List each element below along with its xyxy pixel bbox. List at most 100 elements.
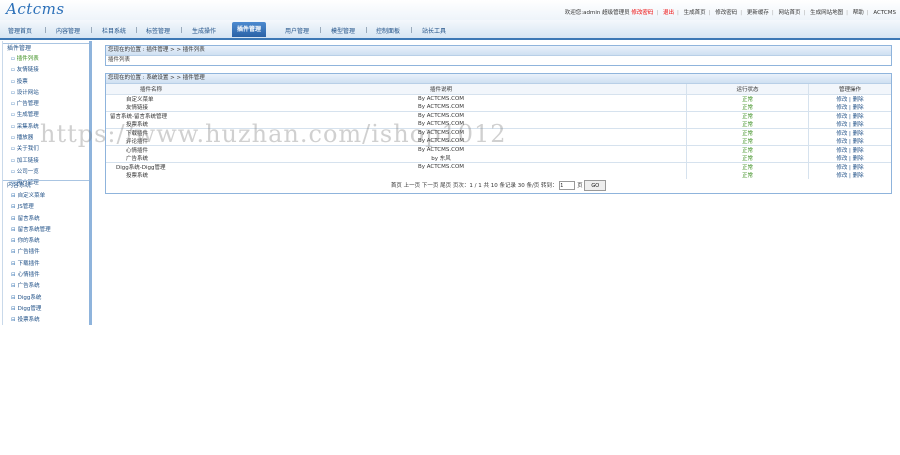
plugin-status: 正常 <box>686 154 809 163</box>
sidebar-item[interactable]: ⊟ 留言系统 <box>3 214 89 225</box>
sidebar-item[interactable]: ⊟ 广告插件 <box>3 247 89 258</box>
tab-plugins[interactable]: 插件管理 <box>232 22 267 37</box>
plugin-desc: By ACTCMS.COM <box>196 162 687 171</box>
tab-models[interactable]: 模型管理 <box>331 26 355 35</box>
bullet-icon: ⊟ <box>11 260 16 267</box>
column-header: 管理操作 <box>808 84 891 95</box>
sidebar-item[interactable]: ⊟ JS管理 <box>3 202 89 213</box>
page-unit: 页 <box>577 183 583 189</box>
plugin-name: 留言系统-留言系统管理 <box>106 111 196 120</box>
sidebar-group-plugins: 插件管理 ▫ 插件列表 ▫ 友情链接 ▫ 投票 ▫ 设计网站 ▫ 广告管理 ▫ 生成管理 ▫… <box>3 43 89 190</box>
plugin-name: Digg系统-Digg管理 <box>106 162 196 171</box>
sidebar-item[interactable]: ▫ 插件列表 <box>3 54 89 65</box>
sidebar-group-content: 内容系统 ⊟ 自定义菜单 ⊟ JS管理 ⊟ 留言系统 ⊟ 留言系统管理 ⊟ 你的系统 ⊟ 广… <box>3 180 89 327</box>
sidebar-item[interactable]: ▫ 公司一览 <box>3 167 89 178</box>
sidebar-item[interactable]: ▫ 加工链接 <box>3 156 89 167</box>
plugin-actions[interactable]: 修改 | 删除 <box>808 120 891 129</box>
sidebar-item[interactable]: ⊟ 自定义菜单 <box>3 191 89 202</box>
logout-link[interactable]: 退出 <box>663 10 674 16</box>
sidebar-group-title[interactable]: 插件管理 <box>3 44 89 54</box>
bullet-icon: ▫ <box>11 101 15 108</box>
sidebar-item[interactable]: ⊟ Digg系统 <box>3 293 89 304</box>
tab-users[interactable]: 用户管理 <box>285 26 309 35</box>
plugin-name: 友情链接 <box>126 105 149 111</box>
sidebar-item[interactable]: ⊟ Digg管理 <box>3 304 89 315</box>
update-cache-link[interactable]: 更新缓存 <box>747 10 769 16</box>
column-header: 插件名称 <box>106 84 196 95</box>
plugin-actions[interactable]: 修改 | 删除 <box>808 128 891 137</box>
bullet-icon: ⊟ <box>11 305 16 312</box>
help-link[interactable]: 帮助 <box>853 10 864 16</box>
tab-tags[interactable]: 标签管理 <box>146 26 170 35</box>
plugin-actions[interactable]: 修改 | 删除 <box>808 103 891 112</box>
sidebar-item[interactable]: ▫ 友情链接 <box>3 65 89 76</box>
table-row: 投票系统 正常 修改 | 删除 <box>106 171 891 179</box>
sidebar-group-title[interactable]: 内容系统 <box>3 181 89 191</box>
plugin-status: 正常 <box>686 94 809 103</box>
actcms-link[interactable]: ACTCMS <box>873 10 896 16</box>
bullet-icon: ⊟ <box>11 238 16 245</box>
bullet-icon: ⊟ <box>11 226 16 233</box>
table-row: 友情链接 By ACTCMS.COM 正常 修改 | 删除 <box>106 103 891 112</box>
plugin-desc: by 东风 <box>431 156 451 162</box>
plugin-status: 正常 <box>686 171 809 179</box>
tab-control[interactable]: 控制面板 <box>376 26 400 35</box>
plugin-status: 正常 <box>686 128 809 137</box>
table-row: 留言系统-留言系统管理 By ACTCMS.COM 正常 修改 | 删除 <box>106 111 891 120</box>
bullet-icon: ▫ <box>11 89 15 96</box>
plugin-actions[interactable]: 修改 | 删除 <box>808 171 891 179</box>
plugin-status: 正常 <box>686 145 809 154</box>
plugin-status: 正常 <box>686 111 809 120</box>
table-row: 广告系统 by 东风 正常 修改 | 删除 <box>106 154 891 163</box>
top-links: 欢迎您:admin 超级管理员 修改密码 | 退出 | 生成首页 | 修改密码 | 更新… <box>564 10 896 16</box>
plugin-desc <box>196 171 687 179</box>
plugin-actions[interactable]: 修改 | 删除 <box>808 145 891 154</box>
modify-password-link[interactable]: 修改密码 <box>715 10 737 16</box>
table-row: Digg系统-Digg管理 By ACTCMS.COM 正常 修改 | 删除 <box>106 162 891 171</box>
sidebar-item[interactable]: ⊟ 下载插件 <box>3 259 89 270</box>
tab-generate[interactable]: 生成操作 <box>192 26 216 35</box>
pagination-text[interactable]: 首页 上一页 下一页 尾页 页次：1 / 1 共 10 条记录 30 条/页 转… <box>391 183 558 189</box>
tab-home[interactable]: 管理首页 <box>8 26 32 35</box>
page-jump-input[interactable] <box>559 181 576 190</box>
sidebar-item[interactable]: ▫ 广告管理 <box>3 99 89 110</box>
sidebar-item[interactable]: ⊟ 投票系统 <box>3 315 89 326</box>
plugin-actions[interactable]: 修改 | 删除 <box>808 111 891 120</box>
plugin-actions[interactable]: 修改 | 删除 <box>808 94 891 103</box>
sidebar-item[interactable]: ⊟ 留言系统管理 <box>3 225 89 236</box>
plugin-status: 正常 <box>686 162 809 171</box>
generate-home-link[interactable]: 生成首页 <box>684 10 706 16</box>
column-header: 插件说明 <box>196 84 687 95</box>
change-password-link[interactable]: 修改密码 <box>631 10 653 16</box>
plugin-actions[interactable]: 修改 | 删除 <box>808 162 891 171</box>
bullet-icon: ⊟ <box>11 204 16 211</box>
bullet-icon: ⊟ <box>11 283 16 290</box>
logo[interactable]: Actcms <box>6 0 65 18</box>
watermark: https://www.huzhan.com/ishop1012 <box>40 120 507 148</box>
bullet-icon: ⊟ <box>11 272 16 279</box>
sitemap-link[interactable]: 生成网站地图 <box>810 10 843 16</box>
bullet-icon: ▫ <box>11 112 15 119</box>
plugin-name: 自定义菜单 <box>126 97 154 103</box>
plugin-actions[interactable]: 修改 | 删除 <box>808 154 891 163</box>
tab-content[interactable]: 内容管理 <box>56 26 80 35</box>
sidebar-item[interactable]: ⊟ 广告系统 <box>3 281 89 292</box>
main-nav: 管理首页 内容管理 栏目系统 标签管理 生成操作 插件管理 用户管理 模型管理 … <box>0 20 900 40</box>
sidebar-item[interactable]: ▫ 设计网站 <box>3 88 89 99</box>
sidebar: 插件管理 ▫ 插件列表 ▫ 友情链接 ▫ 投票 ▫ 设计网站 ▫ 广告管理 ▫ 生成管理 ▫… <box>2 41 92 325</box>
plugin-status: 正常 <box>686 103 809 112</box>
tab-column[interactable]: 栏目系统 <box>102 26 126 35</box>
bullet-icon: ▫ <box>11 168 15 175</box>
bullet-icon: ▫ <box>11 56 15 62</box>
go-button[interactable]: GO <box>584 180 607 191</box>
column-header: 运行状态 <box>686 84 809 95</box>
tab-webmaster[interactable]: 站长工具 <box>422 26 446 35</box>
bullet-icon: ⊟ <box>11 294 16 301</box>
sidebar-item[interactable]: ⊟ 你的系统 <box>3 236 89 247</box>
sidebar-item[interactable]: ⊟ 心情插件 <box>3 270 89 281</box>
plugin-name: 广告系统 <box>126 156 149 162</box>
plugin-actions[interactable]: 修改 | 删除 <box>808 137 891 146</box>
panel-body[interactable]: 插件列表 <box>106 56 891 65</box>
sidebar-item[interactable]: ▫ 投票 <box>3 77 89 88</box>
site-home-link[interactable]: 网站首页 <box>779 10 801 16</box>
